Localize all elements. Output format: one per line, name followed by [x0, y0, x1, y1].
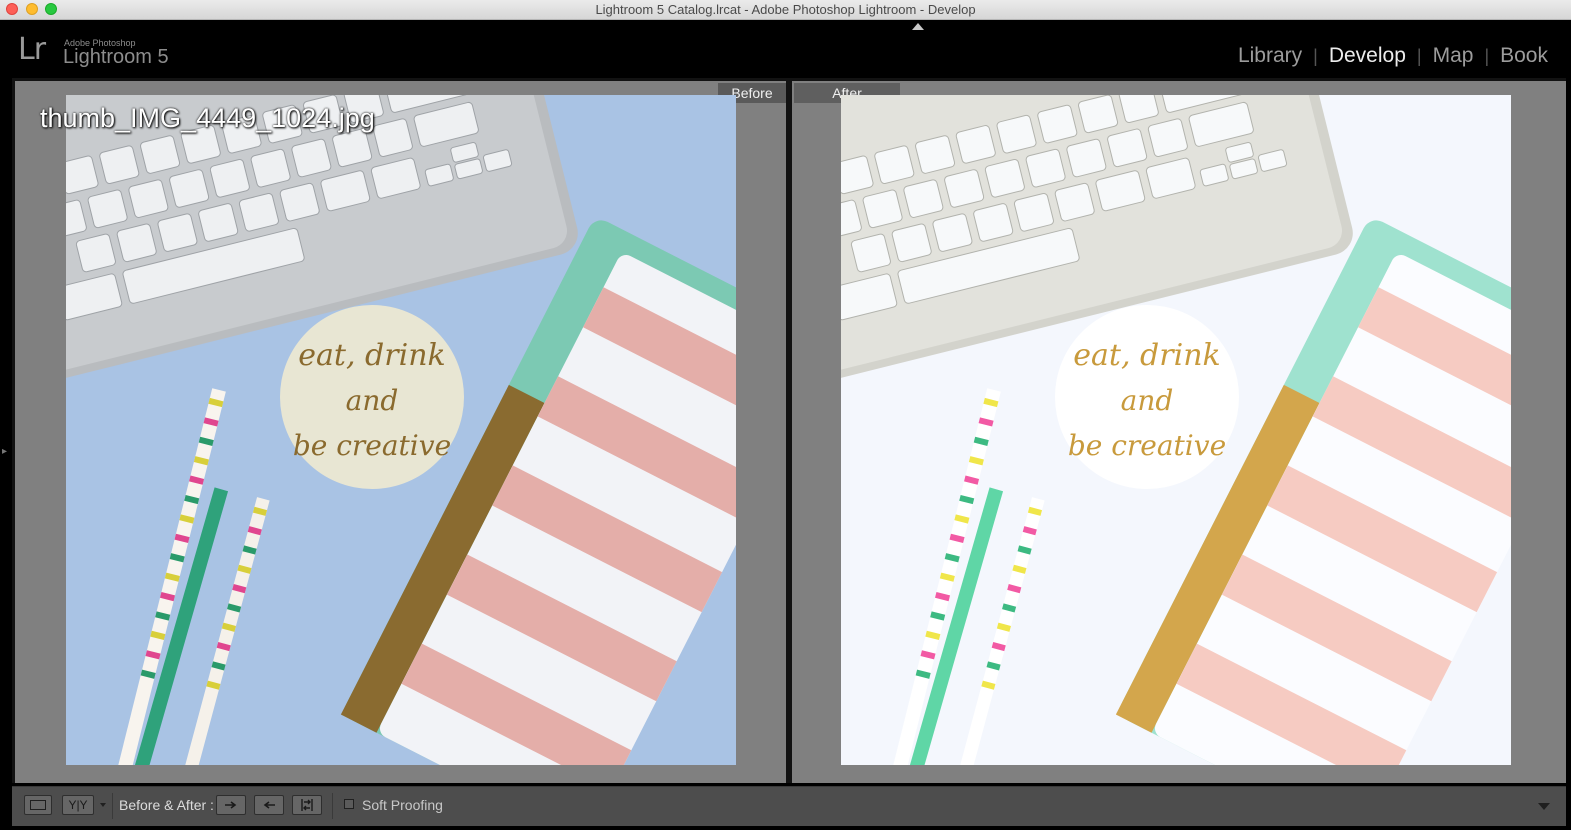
- copy-after-to-before-button[interactable]: [254, 795, 284, 815]
- window-title: Lightroom 5 Catalog.lrcat - Adobe Photos…: [595, 2, 976, 17]
- view-mode-dropdown-icon[interactable]: [100, 803, 106, 807]
- before-after-label: Before & After :: [119, 797, 214, 813]
- module-map[interactable]: Map: [1422, 44, 1485, 68]
- module-picker: Library | Develop | Map | Book: [1227, 44, 1559, 68]
- toolbar-divider: [332, 793, 333, 819]
- soft-proofing-label[interactable]: Soft Proofing: [362, 797, 443, 813]
- sticker-text-line3: be creative: [293, 429, 451, 462]
- collapse-top-panel-icon[interactable]: [912, 23, 924, 30]
- before-photo-image: eat, drink and be creative: [66, 95, 736, 765]
- swap-before-after-button[interactable]: [292, 795, 322, 815]
- lightroom-logo: Lr: [18, 32, 46, 67]
- sticker-text-line3: be creative: [1068, 429, 1226, 462]
- left-panel-toggle-icon[interactable]: ▸: [2, 446, 7, 457]
- arrow-right-icon: [217, 796, 245, 814]
- brand-lightroom: Lightroom 5: [63, 46, 169, 68]
- develop-toolbar: Y|Y Before & After : Soft Proofing: [12, 786, 1566, 826]
- before-after-yy-icon: Y|Y: [68, 798, 88, 812]
- module-develop[interactable]: Develop: [1318, 44, 1417, 68]
- copy-before-to-after-button[interactable]: [216, 795, 246, 815]
- soft-proofing-checkbox[interactable]: [344, 799, 354, 809]
- sticker-text-line2: and: [346, 384, 399, 417]
- module-book[interactable]: Book: [1489, 44, 1559, 68]
- identity-plate-bar: Lr Adobe Photoshop Lightroom 5 Library |…: [0, 20, 1571, 78]
- sticker-text-line1: eat, drink: [298, 338, 445, 373]
- module-library[interactable]: Library: [1227, 44, 1313, 68]
- loupe-view-button[interactable]: [24, 795, 52, 815]
- after-pane[interactable]: After eat, drink and be creative: [792, 81, 1566, 783]
- before-pane[interactable]: Before eat, drink and be creative: [15, 81, 786, 783]
- before-photo[interactable]: eat, drink and be creative: [66, 95, 736, 765]
- develop-workspace: Before eat, drink and be creative After …: [12, 78, 1566, 783]
- toolbar-options-dropdown-icon[interactable]: [1538, 803, 1550, 810]
- arrow-left-icon: [255, 796, 283, 814]
- swap-icon: [293, 796, 321, 814]
- after-photo-image: eat, drink and be creative: [841, 95, 1511, 765]
- before-after-view-button[interactable]: Y|Y: [62, 795, 94, 815]
- loupe-view-icon: [25, 796, 51, 814]
- after-photo[interactable]: eat, drink and be creative: [841, 95, 1511, 765]
- window-titlebar: Lightroom 5 Catalog.lrcat - Adobe Photos…: [0, 0, 1571, 20]
- sticker-text-line2: and: [1121, 384, 1174, 417]
- toolbar-divider: [112, 793, 113, 819]
- sticker-text-line1: eat, drink: [1073, 338, 1220, 373]
- photo-filename-overlay: thumb_IMG_4449_1024.jpg: [40, 103, 375, 133]
